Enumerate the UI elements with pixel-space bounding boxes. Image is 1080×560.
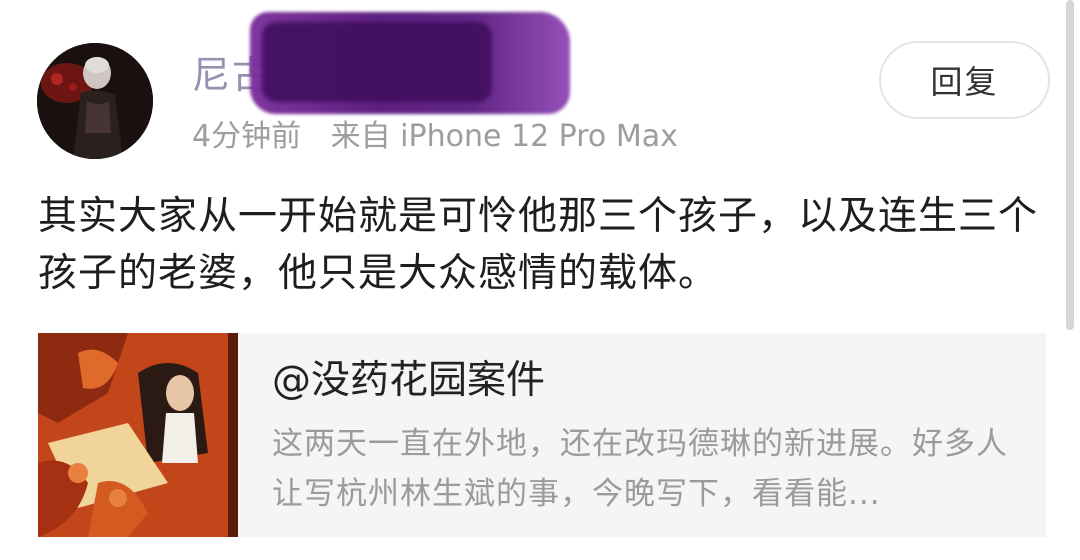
user-avatar[interactable] [37,43,153,159]
quote-card[interactable]: @没药花园案件 这两天一直在外地，还在改玛德琳的新进展。好多人让写杭州林生斌的事… [38,333,1046,537]
reply-button[interactable]: 回复 [879,41,1050,119]
card-thumbnail [38,333,238,537]
comment-page: 尼古 4分钟前 来自 iPhone 12 Pro Max 回复 其实大家从一开始… [0,0,1080,560]
card-title[interactable]: @没药花园案件 [272,355,545,407]
comment-meta: 4分钟前 来自 iPhone 12 Pro Max [192,116,678,158]
comment-text: 其实大家从一开始就是可怜他那三个孩子，以及连生三个孩子的老婆，他只是大众感情的载… [38,194,1039,296]
card-excerpt: 这两天一直在外地，还在改玛德琳的新进展。好多人让写杭州林生斌的事，今晚写下，看看… [272,426,1008,512]
scrollbar[interactable] [1066,0,1074,330]
comment-source: 来自 iPhone 12 Pro Max [330,119,678,154]
comment-time: 4分钟前 [192,119,302,154]
redaction-overlay-core [262,22,492,102]
